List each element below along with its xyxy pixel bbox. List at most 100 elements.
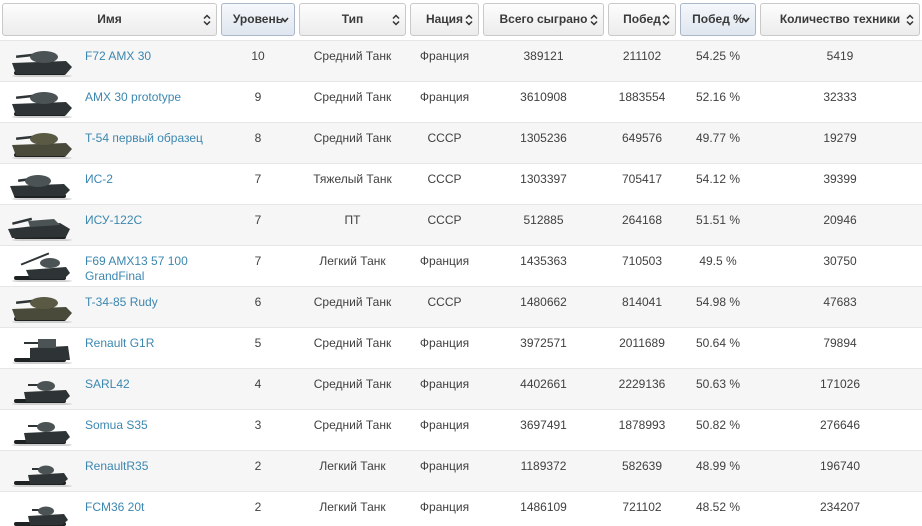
cell-nation: Франция [408,81,481,122]
cell-type: Легкий Танк [297,491,408,526]
column-label-nation: Нация [425,12,464,26]
cell-wins: 705417 [606,163,678,204]
sort-both-icon [464,4,474,35]
tank-thumbnail-icon [4,330,74,365]
cell-winrate: 54.98 % [678,286,758,327]
column-label-type: Тип [341,12,364,26]
tank-name-link[interactable]: ИС-2 [85,172,213,187]
cell-type: Средний Танк [297,81,408,122]
cell-type: Средний Танк [297,368,408,409]
cell-level: 7 [219,204,297,245]
cell-level: 6 [219,286,297,327]
cell-count: 39399 [758,163,922,204]
tank-name-link[interactable]: Renault G1R [85,336,213,351]
tank-name-link[interactable]: F69 AMX13 57 100 GrandFinal [85,254,213,284]
cell-winrate: 54.12 % [678,163,758,204]
tank-thumbnail-icon [4,248,74,283]
table-row: ИСУ-122С 7 ПТ СССР 512885 264168 51.51 % 20946 [0,204,922,245]
tank-name-link[interactable]: AMX 30 prototype [85,90,213,105]
cell-nation: СССР [408,122,481,163]
cell-nation: Франция [408,245,481,286]
cell-name: AMX 30 prototype [0,81,219,122]
tank-name-link[interactable]: RenaultR35 [85,459,213,474]
cell-wins: 264168 [606,204,678,245]
tank-name-link[interactable]: ИСУ-122С [85,213,213,228]
cell-level: 8 [219,122,297,163]
cell-battles: 1305236 [481,122,606,163]
cell-wins: 649576 [606,122,678,163]
tank-thumbnail-icon [4,412,74,447]
sort-button-wins[interactable]: Побед [608,3,676,36]
table-row: Somua S35 3 Средний Танк Франция 3697491 1878… [0,409,922,450]
cell-battles: 1435363 [481,245,606,286]
cell-type: ПТ [297,204,408,245]
vehicles-table: Имя Уровень Тип Нация Всего сыграно Побед Побе… [0,0,922,526]
sort-both-icon [589,4,599,35]
cell-count: 47683 [758,286,922,327]
sort-button-count[interactable]: Количество техники [760,3,920,36]
cell-nation: СССР [408,286,481,327]
cell-battles: 3972571 [481,327,606,368]
table-row: RenaultR35 2 Легкий Танк Франция 1189372 5826… [0,450,922,491]
sort-both-icon [661,4,671,35]
tank-name-link[interactable]: Somua S35 [85,418,213,433]
cell-count: 79894 [758,327,922,368]
table-row: T-34-85 Rudy 6 Средний Танк СССР 1480662 8140… [0,286,922,327]
column-label-name: Имя [97,12,122,26]
cell-winrate: 49.5 % [678,245,758,286]
column-header-winrate: Побед % [678,0,758,40]
cell-nation: Франция [408,450,481,491]
cell-wins: 2229136 [606,368,678,409]
tank-thumbnail-icon [4,453,74,488]
cell-nation: Франция [408,368,481,409]
sort-button-battles[interactable]: Всего сыграно [483,3,604,36]
sort-both-icon [391,4,401,35]
tank-name-link[interactable]: T-54 первый образец [85,131,213,146]
column-label-count: Количество техники [779,12,901,26]
cell-nation: Франция [408,491,481,526]
cell-winrate: 49.77 % [678,122,758,163]
chevron-down-icon [741,4,751,35]
cell-count: 19279 [758,122,922,163]
cell-name: ИС-2 [0,163,219,204]
cell-type: Средний Танк [297,409,408,450]
cell-name: F69 AMX13 57 100 GrandFinal [0,245,219,286]
cell-battles: 389121 [481,40,606,81]
sort-button-level[interactable]: Уровень [221,3,295,36]
cell-winrate: 48.99 % [678,450,758,491]
cell-battles: 3610908 [481,81,606,122]
tank-thumbnail-icon [4,84,74,119]
cell-winrate: 50.64 % [678,327,758,368]
cell-wins: 721102 [606,491,678,526]
tank-thumbnail-icon [4,125,74,160]
tank-thumbnail-icon [4,207,74,242]
cell-battles: 1480662 [481,286,606,327]
cell-name: T-34-85 Rudy [0,286,219,327]
tank-name-link[interactable]: SARL42 [85,377,213,392]
table-row: F69 AMX13 57 100 GrandFinal 7 Легкий Танк Ф… [0,245,922,286]
cell-count: 196740 [758,450,922,491]
cell-name: F72 AMX 30 [0,40,219,81]
table-row: T-54 первый образец 8 Средний Танк СССР 1305… [0,122,922,163]
tank-name-link[interactable]: F72 AMX 30 [85,49,213,64]
cell-level: 9 [219,81,297,122]
tank-name-link[interactable]: FCM36 20t [85,500,213,515]
cell-winrate: 54.25 % [678,40,758,81]
sort-button-type[interactable]: Тип [299,3,406,36]
cell-count: 171026 [758,368,922,409]
cell-type: Средний Танк [297,327,408,368]
cell-level: 3 [219,409,297,450]
column-header-type: Тип [297,0,408,40]
cell-type: Средний Танк [297,286,408,327]
cell-wins: 1883554 [606,81,678,122]
sort-button-winrate[interactable]: Побед % [680,3,756,36]
sort-both-icon [905,4,915,35]
cell-level: 7 [219,163,297,204]
sort-button-name[interactable]: Имя [2,3,217,36]
sort-button-nation[interactable]: Нация [410,3,479,36]
column-header-level: Уровень [219,0,297,40]
table-row: FCM36 20t 2 Легкий Танк Франция 1486109 72110… [0,491,922,526]
tank-name-link[interactable]: T-34-85 Rudy [85,295,213,310]
cell-nation: Франция [408,40,481,81]
cell-battles: 1303397 [481,163,606,204]
